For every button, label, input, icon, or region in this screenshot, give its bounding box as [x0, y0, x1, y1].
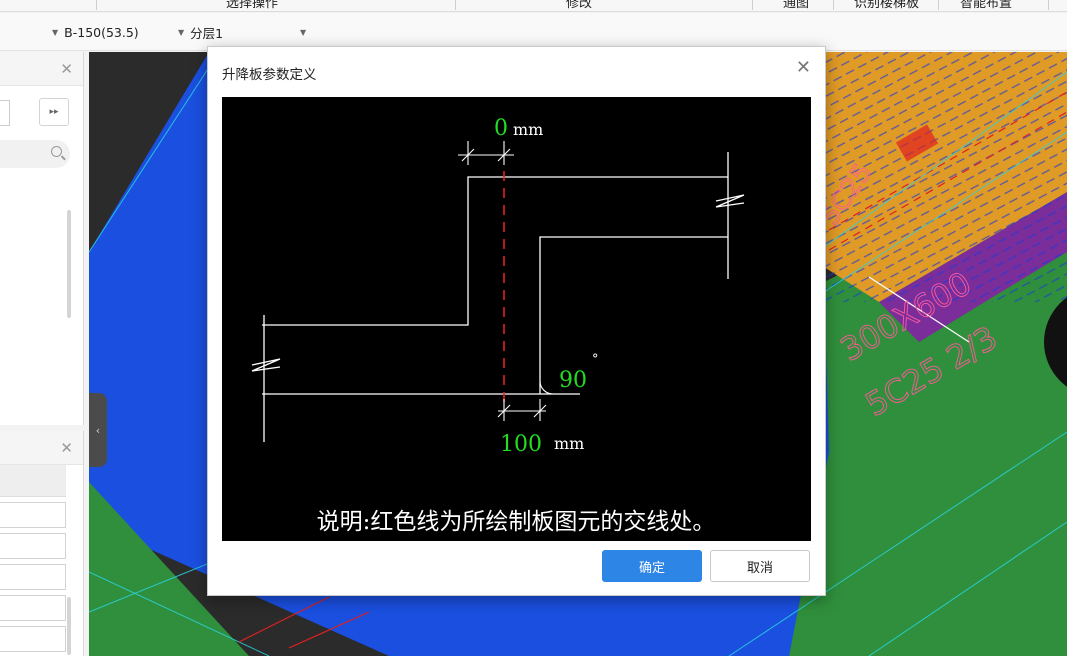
ribbon-divider	[833, 0, 834, 10]
search-input[interactable]	[0, 140, 70, 168]
cancel-button[interactable]: 取消	[710, 550, 810, 582]
scrollbar[interactable]	[67, 597, 71, 655]
property-grid-header	[0, 465, 66, 497]
angle-value[interactable]: 90	[559, 368, 587, 393]
component-name-input[interactable]	[0, 100, 10, 126]
top-offset-unit: mm	[513, 120, 543, 139]
search-icon[interactable]	[51, 146, 62, 157]
slab-step-diagram: 0 mm 100 mm 90 ° 说明:红色线为所绘制板图元的交线处。	[251, 116, 745, 535]
top-dimension	[458, 141, 514, 165]
panel-header: ✕	[0, 52, 83, 86]
slab-outline	[251, 152, 745, 442]
property-cell[interactable]	[0, 626, 66, 652]
property-cell[interactable]	[0, 502, 66, 528]
diagram-note: 说明:红色线为所绘制板图元的交线处。	[317, 509, 716, 535]
close-icon[interactable]: ✕	[796, 59, 811, 77]
ribbon-btn-smart-place[interactable]: 智能布置	[960, 0, 1012, 11]
ribbon-btn-identify-stair[interactable]: 识别楼梯板	[854, 0, 919, 11]
dropdown-arrow-icon: ▼	[52, 27, 59, 37]
angle-arc	[539, 380, 554, 395]
ribbon-group-modify[interactable]: 修改	[566, 0, 592, 11]
ribbon-divider	[96, 0, 97, 10]
raise-slab-param-dialog: 升降板参数定义 ✕ 0 mm 100 mm 90 ° 说明:红色线为所绘制板图元…	[207, 46, 826, 596]
layer-combo-arrow[interactable]: ▼	[300, 22, 306, 42]
dropdown-arrow-icon: ▼	[300, 27, 307, 37]
bottom-dimension	[497, 399, 547, 421]
ribbon-divider	[938, 0, 939, 10]
ribbon-strip: 选择操作 修改 通图 识别楼梯板 智能布置	[0, 0, 1067, 12]
dropdown-arrow-icon: ▼	[178, 27, 185, 37]
close-icon[interactable]: ✕	[60, 60, 73, 78]
close-icon[interactable]: ✕	[60, 439, 73, 457]
ok-button[interactable]: 确定	[602, 550, 702, 582]
scrollbar[interactable]	[67, 210, 71, 318]
dialog-title: 升降板参数定义	[222, 67, 317, 83]
top-offset-value[interactable]: 0	[494, 116, 508, 141]
layer-combo[interactable]: ▼ 分层1	[178, 22, 223, 42]
property-panel: ✕	[0, 431, 84, 656]
ribbon-divider	[455, 0, 456, 10]
diagram-canvas: 0 mm 100 mm 90 ° 说明:红色线为所绘制板图元的交线处。	[222, 97, 811, 541]
property-cell[interactable]	[0, 533, 66, 559]
double-arrow-icon[interactable]: ▸▸	[39, 98, 69, 126]
spec-combo[interactable]: ▼ B-150(53.5)	[52, 22, 139, 42]
chevron-left-icon[interactable]: ‹	[89, 393, 107, 467]
property-cell[interactable]	[0, 595, 66, 621]
bottom-offset-value[interactable]: 100	[500, 432, 542, 457]
ribbon-divider	[1048, 0, 1049, 10]
ribbon-btn-draw[interactable]: 通图	[783, 0, 809, 11]
panel-header: ✕	[0, 431, 83, 465]
bottom-offset-unit: mm	[554, 434, 584, 453]
spec-combo-value: B-150(53.5)	[64, 24, 139, 40]
ribbon-group-select[interactable]: 选择操作	[226, 0, 278, 11]
component-list-panel: ✕ ▸▸	[0, 52, 84, 425]
angle-unit: °	[592, 352, 599, 367]
layer-combo-value: 分层1	[190, 25, 224, 41]
ribbon-divider	[752, 0, 753, 10]
property-cell[interactable]	[0, 564, 66, 590]
